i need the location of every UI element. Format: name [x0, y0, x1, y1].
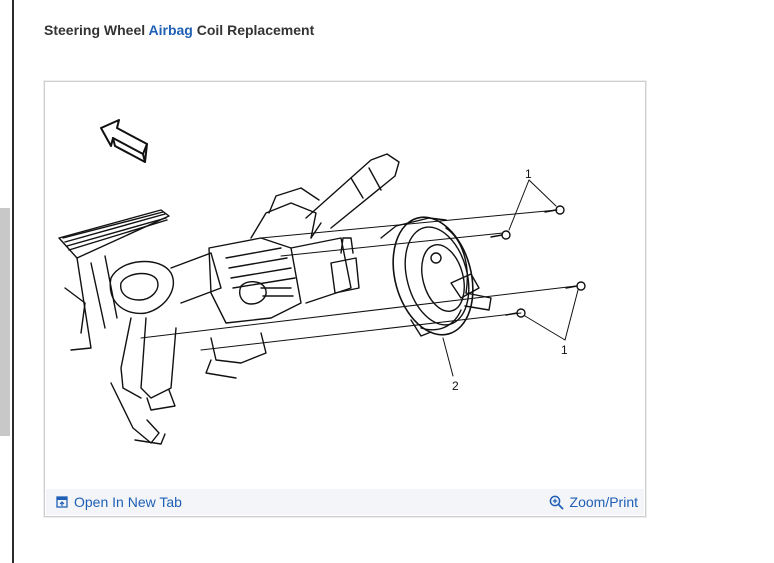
title-prefix: Steering Wheel	[44, 22, 149, 38]
dash-panel-illustration	[58, 209, 170, 351]
page-title: Steering Wheel Airbag Coil Replacement	[44, 22, 314, 38]
callout-label: 1	[525, 167, 532, 181]
diagram-svg: 1 1 2	[58, 119, 586, 445]
scrollbar[interactable]	[0, 208, 10, 436]
direction-arrow-icon	[100, 119, 148, 163]
open-in-new-tab-icon	[56, 496, 68, 508]
title-keyword-link[interactable]: Airbag	[149, 22, 193, 38]
airbag-coil-illustration	[380, 216, 492, 337]
zoom-in-icon	[549, 495, 564, 510]
title-suffix: Coil Replacement	[192, 22, 315, 38]
steering-column-illustration	[109, 187, 360, 411]
multifunction-lever-illustration	[305, 153, 400, 239]
steering-column-diagram: 1 1 2	[51, 88, 639, 488]
callout-label: 1	[561, 343, 568, 357]
zoom-print-label: Zoom/Print	[569, 494, 638, 510]
callout-label: 2	[452, 379, 459, 393]
left-page-edge	[0, 0, 14, 563]
figure-footer: Open In New Tab Zoom/Print	[46, 489, 644, 515]
zoom-print-link[interactable]: Zoom/Print	[549, 494, 638, 510]
open-in-new-tab-link[interactable]: Open In New Tab	[56, 494, 182, 510]
screw-icons	[490, 205, 586, 318]
open-in-new-tab-label: Open In New Tab	[74, 494, 182, 510]
figure-card: 1 1 2 Open In New Tab Zoom/Print	[44, 81, 646, 517]
tilt-lever-illustration	[110, 382, 166, 445]
